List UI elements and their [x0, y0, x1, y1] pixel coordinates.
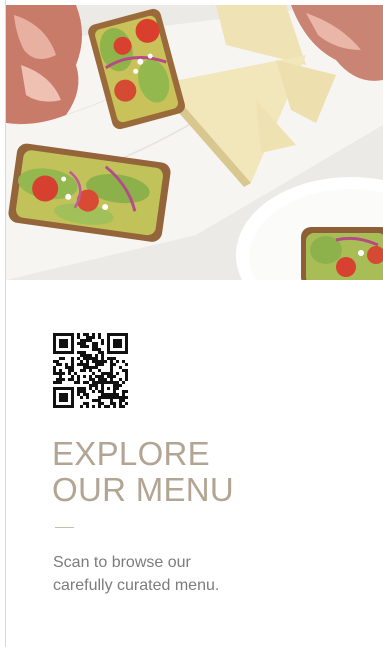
description-line-1: Scan to browse our	[53, 554, 191, 571]
headline: EXPLORE OUR MENU	[52, 436, 234, 508]
qr-code-icon[interactable]	[53, 333, 128, 408]
hero-food-image	[6, 5, 383, 280]
description-line-2: carefully curated menu.	[53, 577, 220, 594]
description: Scan to browse our carefully curated men…	[53, 551, 323, 597]
headline-line-1: EXPLORE	[52, 435, 210, 472]
menu-card: EXPLORE OUR MENU Scan to browse our care…	[0, 0, 383, 647]
divider	[55, 527, 74, 528]
headline-line-2: OUR MENU	[52, 471, 235, 508]
